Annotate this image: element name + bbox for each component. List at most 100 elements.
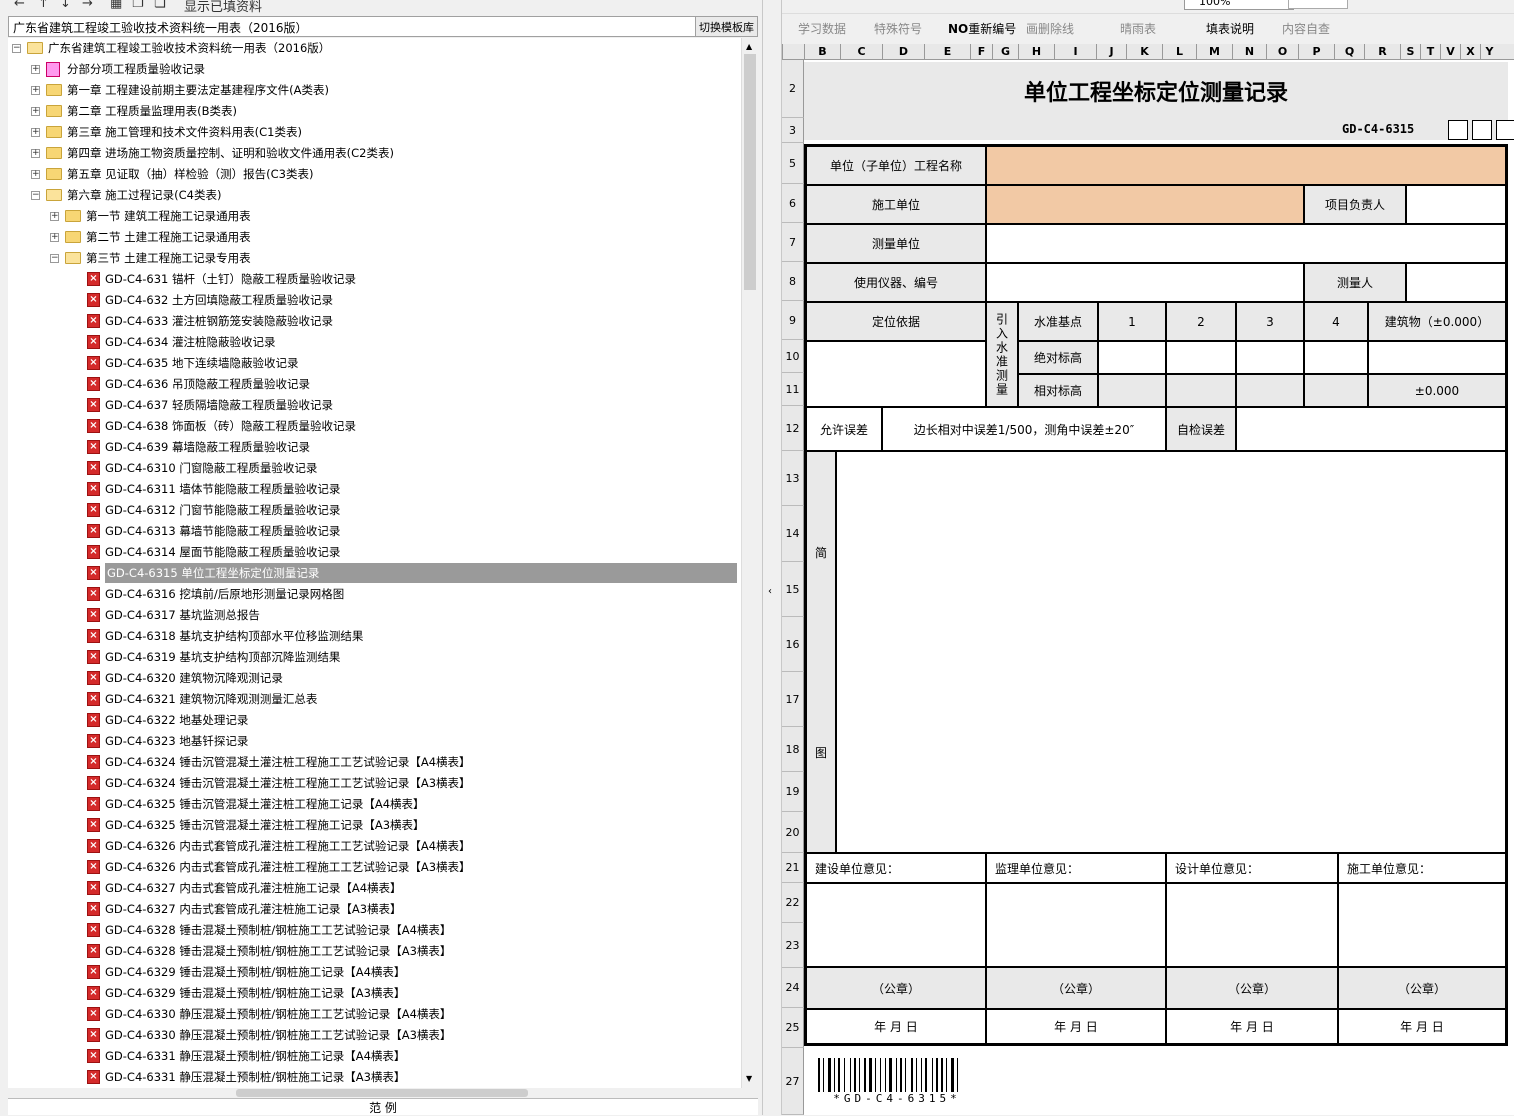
row-label[interactable]: 8 bbox=[782, 262, 804, 301]
corner-cell[interactable] bbox=[782, 44, 804, 60]
tree-section-1[interactable]: + 第二节 土建工程施工记录通用表 bbox=[8, 227, 741, 248]
copy-icon[interactable]: ❐ bbox=[132, 0, 144, 11]
row-label[interactable]: 19 bbox=[782, 772, 804, 812]
tree-chapter-0[interactable]: + 分部分项工程质量验收记录 bbox=[8, 59, 741, 80]
column-label[interactable]: T bbox=[1420, 44, 1440, 60]
row-label[interactable]: 16 bbox=[782, 617, 804, 672]
column-label[interactable]: R bbox=[1364, 44, 1400, 60]
column-label[interactable]: B bbox=[804, 44, 840, 60]
tree-chapter-3[interactable]: + 第三章 施工管理和技术文件资料用表(C1类表) bbox=[8, 122, 741, 143]
row-label[interactable]: 11 bbox=[782, 373, 804, 406]
template-tree[interactable]: − 广东省建筑工程竣工验收技术资料统一用表（2016版） + 分部分项工程质量验收记录… bbox=[8, 38, 741, 1088]
tree-item[interactable]: × GD-C4-6313 幕墙节能隐蔽工程质量验收记录 bbox=[8, 521, 741, 542]
tree-item[interactable]: × GD-C4-6329 锤击混凝土预制桩/钢桩施工记录【A4横表】 bbox=[8, 962, 741, 983]
column-label[interactable]: O bbox=[1266, 44, 1298, 60]
example-tab[interactable]: 范 例 bbox=[8, 1098, 758, 1115]
row-label[interactable]: 20 bbox=[782, 812, 804, 853]
tree-item[interactable]: × GD-C4-6329 锤击混凝土预制桩/钢桩施工记录【A3横表】 bbox=[8, 983, 741, 1004]
instrument-field[interactable] bbox=[986, 263, 1304, 302]
row-label[interactable]: 2 bbox=[782, 60, 804, 118]
tree-item[interactable]: × GD-C4-6311 墙体节能隐蔽工程质量验收记录 bbox=[8, 479, 741, 500]
tree-item[interactable]: × GD-C4-6314 屋面节能隐蔽工程质量验收记录 bbox=[8, 542, 741, 563]
back-arrow-icon[interactable]: ← bbox=[14, 0, 25, 11]
opinion-field-2[interactable] bbox=[1166, 883, 1338, 967]
tree-section-0[interactable]: + 第一节 建筑工程施工记录通用表 bbox=[8, 206, 741, 227]
project-manager-field[interactable] bbox=[1406, 185, 1506, 224]
column-label[interactable]: S bbox=[1400, 44, 1420, 60]
renumber-button[interactable]: 重新编号 bbox=[968, 22, 1016, 36]
expand-icon[interactable]: + bbox=[50, 212, 59, 221]
tree-item[interactable]: × GD-C4-6316 挖填前/后原地形测量记录网格图 bbox=[8, 584, 741, 605]
tree-section-2[interactable]: − 第三节 土建工程施工记录专用表 bbox=[8, 248, 741, 269]
tree-item[interactable]: × GD-C4-6319 基坑支护结构顶部沉降监测结果 bbox=[8, 647, 741, 668]
learn-data-button[interactable]: 学习数据 bbox=[798, 20, 846, 37]
tree-item[interactable]: × GD-C4-6330 静压混凝土预制桩/钢桩施工工艺试验记录【A4横表】 bbox=[8, 1004, 741, 1025]
tree-item[interactable]: × GD-C4-6326 内击式套管成孔灌注桩工程施工工艺试验记录【A3横表】 bbox=[8, 857, 741, 878]
row-label[interactable]: 5 bbox=[782, 143, 804, 184]
tree-vertical-scrollbar[interactable]: ▲ ▼ bbox=[741, 38, 758, 1088]
relative-p3-field[interactable] bbox=[1236, 374, 1304, 407]
column-label[interactable]: X bbox=[1460, 44, 1480, 60]
self-check-field[interactable] bbox=[1236, 407, 1506, 451]
row-label[interactable]: 10 bbox=[782, 340, 804, 373]
column-label[interactable]: L bbox=[1162, 44, 1196, 60]
panel-splitter[interactable]: ‹ bbox=[762, 0, 782, 1115]
tree-chapter-1[interactable]: + 第一章 工程建设前期主要法定基建程序文件(A类表) bbox=[8, 80, 741, 101]
collapse-icon[interactable]: − bbox=[31, 191, 40, 200]
tree-item[interactable]: × GD-C4-635 地下连续墙隐蔽验收记录 bbox=[8, 353, 741, 374]
row-label[interactable]: 9 bbox=[782, 301, 804, 340]
collapse-left-icon[interactable]: ‹ bbox=[768, 586, 772, 597]
grid-icon[interactable]: ▦ bbox=[110, 0, 122, 11]
column-label[interactable]: M bbox=[1196, 44, 1232, 60]
surveyor-field[interactable] bbox=[1406, 263, 1506, 302]
strikethrough-button[interactable]: 画删除线 bbox=[1026, 20, 1074, 37]
row-label[interactable]: 15 bbox=[782, 562, 804, 617]
column-label[interactable]: H bbox=[1018, 44, 1054, 60]
sketch-area[interactable] bbox=[836, 451, 1506, 853]
opinion-field-3[interactable] bbox=[1338, 883, 1506, 967]
column-label[interactable]: Y bbox=[1480, 44, 1498, 60]
project-name-field[interactable] bbox=[986, 146, 1506, 185]
construction-unit-field[interactable] bbox=[986, 185, 1304, 224]
expand-icon[interactable]: + bbox=[31, 128, 40, 137]
tree-item[interactable]: × GD-C4-6323 地基钎探记录 bbox=[8, 731, 741, 752]
opinion-field-0[interactable] bbox=[806, 883, 986, 967]
column-label[interactable]: P bbox=[1298, 44, 1334, 60]
forward-arrow-icon[interactable]: → bbox=[82, 0, 93, 11]
column-label[interactable]: N bbox=[1232, 44, 1266, 60]
column-label[interactable]: C bbox=[840, 44, 882, 60]
absolute-p1-field[interactable] bbox=[1098, 341, 1166, 374]
tree-item[interactable]: × GD-C4-6331 静压混凝土预制桩/钢桩施工记录【A3横表】 bbox=[8, 1067, 741, 1088]
scroll-down-icon[interactable]: ▼ bbox=[746, 1074, 752, 1083]
tree-item[interactable]: × GD-C4-634 灌注桩隐蔽验收记录 bbox=[8, 332, 741, 353]
row-label[interactable]: 22 bbox=[782, 883, 804, 923]
tree-item[interactable]: × GD-C4-6312 门窗节能隐蔽工程质量验收记录 bbox=[8, 500, 741, 521]
column-label[interactable]: J bbox=[1096, 44, 1126, 60]
tree-item[interactable]: × GD-C4-6324 锤击沉管混凝土灌注桩工程施工工艺试验记录【A3横表】 bbox=[8, 773, 741, 794]
row-label[interactable]: 12 bbox=[782, 406, 804, 451]
tree-root[interactable]: − 广东省建筑工程竣工验收技术资料统一用表（2016版） bbox=[8, 38, 741, 59]
column-label[interactable]: F bbox=[970, 44, 992, 60]
column-label[interactable]: Q bbox=[1334, 44, 1364, 60]
tree-chapter-2[interactable]: + 第二章 工程质量监理用表(B类表) bbox=[8, 101, 741, 122]
tree-item[interactable]: × GD-C4-6328 锤击混凝土预制桩/钢桩施工工艺试验记录【A4横表】 bbox=[8, 920, 741, 941]
expand-icon[interactable]: + bbox=[31, 86, 40, 95]
tree-chapter-4[interactable]: + 第四章 进场施工物资质量控制、证明和验收文件通用表(C2类表) bbox=[8, 143, 741, 164]
row-label[interactable]: 6 bbox=[782, 184, 804, 223]
tree-item[interactable]: × GD-C4-636 吊顶隐蔽工程质量验收记录 bbox=[8, 374, 741, 395]
paste-icon[interactable]: ❏ bbox=[154, 0, 166, 11]
fill-instructions-button[interactable]: 填表说明 bbox=[1206, 20, 1254, 37]
tree-chapter-5[interactable]: + 第五章 见证取（抽）样检验（测）报告(C3类表) bbox=[8, 164, 741, 185]
column-label[interactable]: V bbox=[1440, 44, 1460, 60]
special-symbol-button[interactable]: 特殊符号 bbox=[874, 20, 922, 37]
tree-item[interactable]: × GD-C4-638 饰面板（砖）隐蔽工程质量验收记录 bbox=[8, 416, 741, 437]
expand-icon[interactable]: + bbox=[31, 170, 40, 179]
show-filled-button[interactable]: 显示已填资料 bbox=[184, 0, 262, 14]
expand-icon[interactable]: + bbox=[31, 65, 40, 74]
column-label[interactable]: E bbox=[924, 44, 970, 60]
tree-item[interactable]: × GD-C4-6317 基坑监测总报告 bbox=[8, 605, 741, 626]
tree-item[interactable]: × GD-C4-6315 单位工程坐标定位测量记录 bbox=[8, 563, 741, 584]
tree-item[interactable]: × GD-C4-632 土方回填隐蔽工程质量验收记录 bbox=[8, 290, 741, 311]
code-box-1[interactable] bbox=[1448, 120, 1468, 140]
absolute-building-field[interactable] bbox=[1368, 341, 1506, 374]
